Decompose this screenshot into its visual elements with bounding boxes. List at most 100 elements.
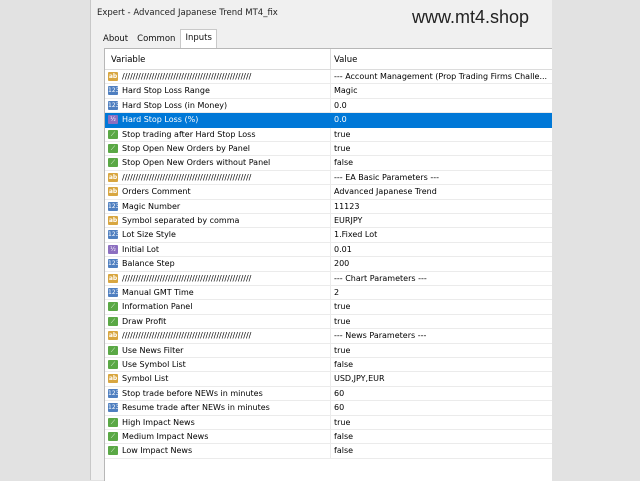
cell-divider xyxy=(330,156,331,170)
string-param-icon: ab xyxy=(108,187,118,197)
integer-param-icon: 123 xyxy=(108,259,120,269)
cell-divider xyxy=(330,70,331,84)
cell-divider xyxy=(330,242,331,257)
table-row[interactable]: 123 Hard Stop Loss Range Magic xyxy=(105,84,552,99)
variable-cell: ////////////////////////////////////////… xyxy=(122,331,252,341)
value-cell[interactable]: --- News Parameters --- xyxy=(334,331,550,340)
value-cell[interactable]: 0.01 xyxy=(334,245,550,254)
value-cell[interactable]: 60 xyxy=(334,403,550,412)
variable-cell: High Impact News xyxy=(122,417,195,427)
table-row[interactable]: ab //////////////////////////////////////… xyxy=(105,170,552,186)
value-cell[interactable]: 0.0 xyxy=(334,101,550,110)
value-cell[interactable]: --- EA Basic Parameters --- xyxy=(334,173,550,182)
variable-cell: Information Panel xyxy=(122,302,193,312)
tab-about[interactable]: About xyxy=(99,31,132,47)
variable-cell: Resume trade after NEWs in minutes xyxy=(122,403,270,413)
integer-param-icon: 123 xyxy=(108,201,120,211)
variable-cell: ////////////////////////////////////////… xyxy=(122,72,252,81)
cell-divider xyxy=(330,286,331,300)
string-param-icon: ab xyxy=(108,72,118,81)
table-row[interactable]: 123 Hard Stop Loss (in Money) 0.0 xyxy=(105,98,552,114)
table-row[interactable]: ⟋ Stop Open New Orders by Panel true xyxy=(105,142,552,157)
value-cell[interactable]: true xyxy=(334,346,550,355)
boolean-param-icon: ⟋ xyxy=(108,144,118,153)
table-row[interactable]: ab Symbol List USD,JPY,EUR xyxy=(105,372,552,387)
value-cell[interactable]: --- Chart Parameters --- xyxy=(334,274,550,283)
value-cell[interactable]: 2 xyxy=(334,288,550,297)
variable-cell: Medium Impact News xyxy=(122,432,209,441)
variable-cell: Low Impact News xyxy=(122,446,193,456)
table-row[interactable]: 123 Balance Step 200 xyxy=(105,257,552,272)
table-row[interactable]: ⟋ Use Symbol List false xyxy=(105,358,552,373)
value-cell[interactable]: true xyxy=(334,317,550,326)
table-row[interactable]: ⟋ Information Panel true xyxy=(105,300,552,315)
boolean-param-icon: ⟋ xyxy=(108,316,118,326)
window-title: Expert - Advanced Japanese Trend MT4_fix xyxy=(97,8,278,18)
right-backdrop xyxy=(551,0,640,480)
table-row[interactable]: ab Symbol separated by comma EURJPY xyxy=(105,214,552,229)
value-cell[interactable]: false xyxy=(334,446,550,455)
value-cell[interactable]: true xyxy=(334,144,550,153)
table-row[interactable]: ab //////////////////////////////////////… xyxy=(105,271,552,286)
table-row[interactable]: 123 Lot Size Style 1.Fixed Lot xyxy=(105,228,552,243)
variable-cell: ////////////////////////////////////////… xyxy=(122,273,252,283)
value-cell[interactable]: --- Account Management (Prop Trading Fir… xyxy=(334,72,550,81)
value-cell[interactable]: false xyxy=(334,158,550,167)
integer-param-icon: 123 xyxy=(108,403,120,413)
cell-divider xyxy=(330,358,331,372)
table-row[interactable]: ab //////////////////////////////////////… xyxy=(105,329,552,344)
variable-cell: ////////////////////////////////////////… xyxy=(122,172,252,182)
value-cell[interactable]: 200 xyxy=(334,259,550,268)
tab-inputs[interactable]: Inputs xyxy=(180,29,217,48)
cell-divider xyxy=(330,84,331,98)
value-cell[interactable]: EURJPY xyxy=(334,216,550,225)
tab-bar: About Common Inputs xyxy=(99,28,218,48)
value-cell[interactable]: 11123 xyxy=(334,202,550,211)
integer-param-icon: 123 xyxy=(108,388,120,398)
table-row[interactable]: ab //////////////////////////////////////… xyxy=(105,70,552,85)
table-row[interactable]: 123 Manual GMT Time 2 xyxy=(105,286,552,301)
table-row[interactable]: ⟋ Stop Open New Orders without Panel false xyxy=(105,156,552,171)
inputs-table: Variable Value ab ///////////////////////… xyxy=(104,48,552,481)
value-cell[interactable]: USD,JPY,EUR xyxy=(334,374,550,383)
value-cell[interactable]: 0.0 xyxy=(334,115,550,124)
value-column-header[interactable]: Value xyxy=(334,55,357,65)
variable-column-header[interactable]: Variable xyxy=(111,55,145,65)
variable-cell: Orders Comment xyxy=(122,187,191,197)
table-row[interactable]: ⟋ High Impact News true xyxy=(105,415,552,430)
variable-cell: Draw Profit xyxy=(122,316,167,326)
tab-common[interactable]: Common xyxy=(133,31,179,47)
table-row[interactable]: ½ Initial Lot 0.01 xyxy=(105,242,552,258)
boolean-param-icon: ⟋ xyxy=(108,432,118,441)
cell-divider xyxy=(330,199,331,213)
value-cell[interactable]: true xyxy=(334,418,550,427)
boolean-param-icon: ⟋ xyxy=(108,129,118,139)
boolean-param-icon: ⟋ xyxy=(108,446,118,456)
column-divider[interactable] xyxy=(330,49,331,69)
value-cell[interactable]: false xyxy=(334,432,550,441)
table-row[interactable]: 123 Magic Number 11123 xyxy=(105,199,552,214)
table-row[interactable]: 123 Stop trade before NEWs in minutes 60 xyxy=(105,386,552,402)
cell-divider xyxy=(330,300,331,314)
table-row[interactable]: ⟋ Low Impact News false xyxy=(105,444,552,459)
table-row[interactable]: ⟋ Use News Filter true xyxy=(105,343,552,358)
value-cell[interactable]: false xyxy=(334,360,550,369)
variable-cell: Hard Stop Loss (in Money) xyxy=(122,100,228,110)
value-cell[interactable]: 1.Fixed Lot xyxy=(334,230,550,239)
table-row[interactable]: ⟋ Medium Impact News false xyxy=(105,430,552,445)
value-cell[interactable]: true xyxy=(334,302,550,311)
table-row[interactable]: 123 Resume trade after NEWs in minutes 60 xyxy=(105,401,552,416)
variable-cell: Stop trade before NEWs in minutes xyxy=(122,388,263,398)
table-row[interactable]: ⟋ Stop trading after Hard Stop Loss true xyxy=(105,127,552,142)
string-param-icon: ab xyxy=(108,172,118,182)
cell-divider xyxy=(330,314,331,329)
cell-divider xyxy=(330,214,331,228)
table-row[interactable]: ab Orders Comment Advanced Japanese Trend xyxy=(105,185,552,200)
table-row[interactable]: ½ Hard Stop Loss (%) 0.0 xyxy=(105,113,552,128)
table-row[interactable]: ⟋ Draw Profit true xyxy=(105,314,552,330)
variable-cell: Stop trading after Hard Stop Loss xyxy=(122,129,256,139)
value-cell[interactable]: Advanced Japanese Trend xyxy=(334,187,550,196)
value-cell[interactable]: 60 xyxy=(334,389,550,398)
value-cell[interactable]: true xyxy=(334,130,550,139)
value-cell[interactable]: Magic xyxy=(334,86,550,95)
